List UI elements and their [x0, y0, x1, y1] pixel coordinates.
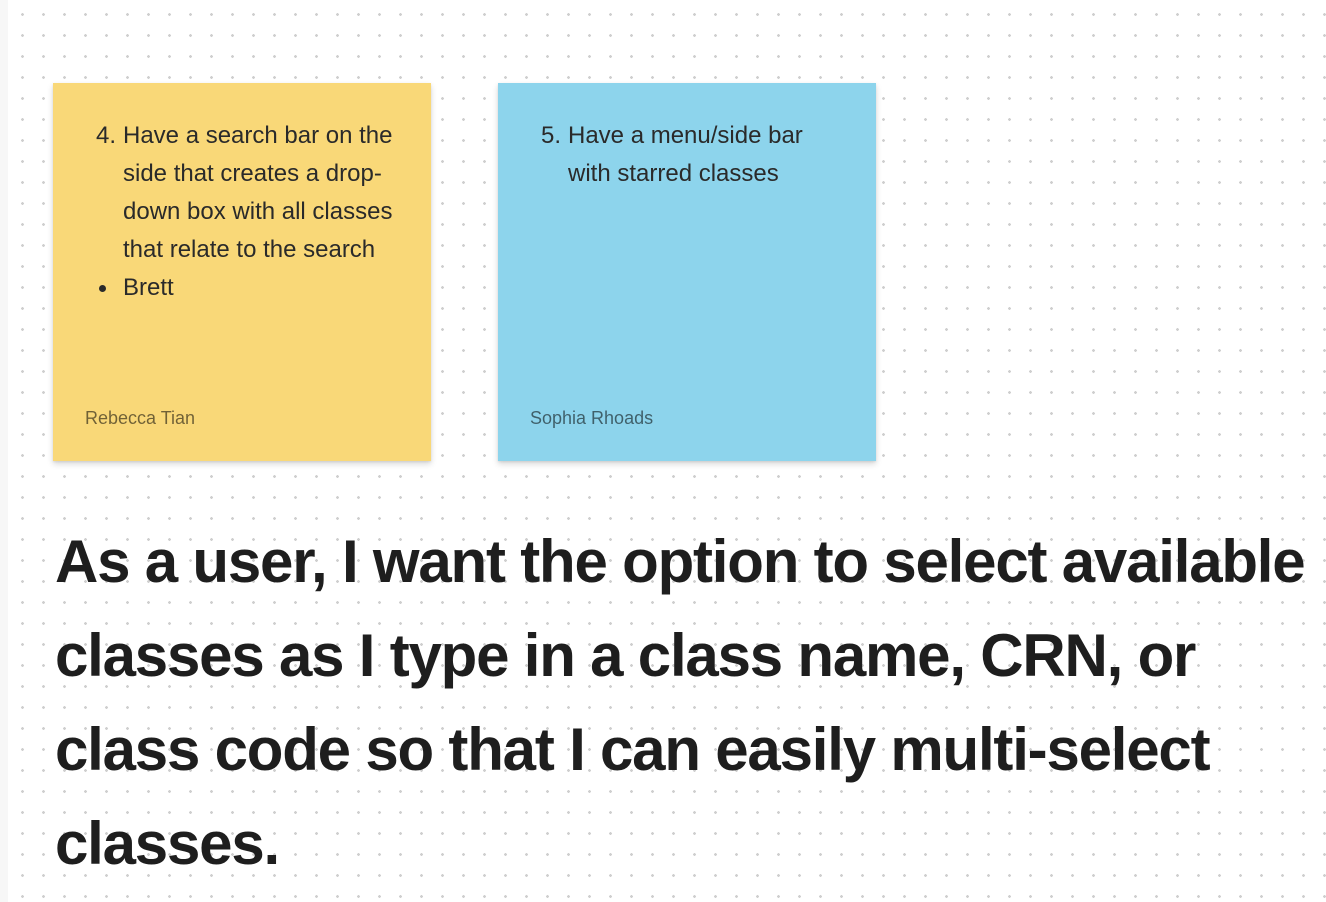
note-text: Have a menu/side bar with starred classe… [568, 122, 803, 187]
note-text: Have a search bar on the side that creat… [123, 122, 393, 263]
list-number: 4. [95, 122, 116, 149]
sticky-note-content: 4. Have a search bar on the side that cr… [86, 117, 407, 307]
sticky-note-search-bar[interactable]: 4. Have a search bar on the side that cr… [53, 83, 431, 461]
numbered-item: 4. Have a search bar on the side that cr… [86, 117, 407, 269]
list-number: 5. [540, 122, 561, 149]
bullet-icon [99, 285, 106, 292]
sticky-note-content: 5. Have a menu/side bar with starred cla… [531, 117, 852, 193]
numbered-item: 5. Have a menu/side bar with starred cla… [531, 117, 852, 193]
sticky-note-author: Sophia Rhoads [530, 408, 654, 428]
sticky-note-author: Rebecca Tian [85, 408, 196, 428]
whiteboard-canvas[interactable]: 4. Have a search bar on the side that cr… [8, 0, 1326, 902]
user-story-text[interactable]: As a user, I want the option to select a… [55, 515, 1320, 891]
bullet-text: Brett [123, 274, 174, 301]
sticky-note-side-bar[interactable]: 5. Have a menu/side bar with starred cla… [498, 83, 876, 461]
bullet-item: Brett [86, 269, 407, 307]
